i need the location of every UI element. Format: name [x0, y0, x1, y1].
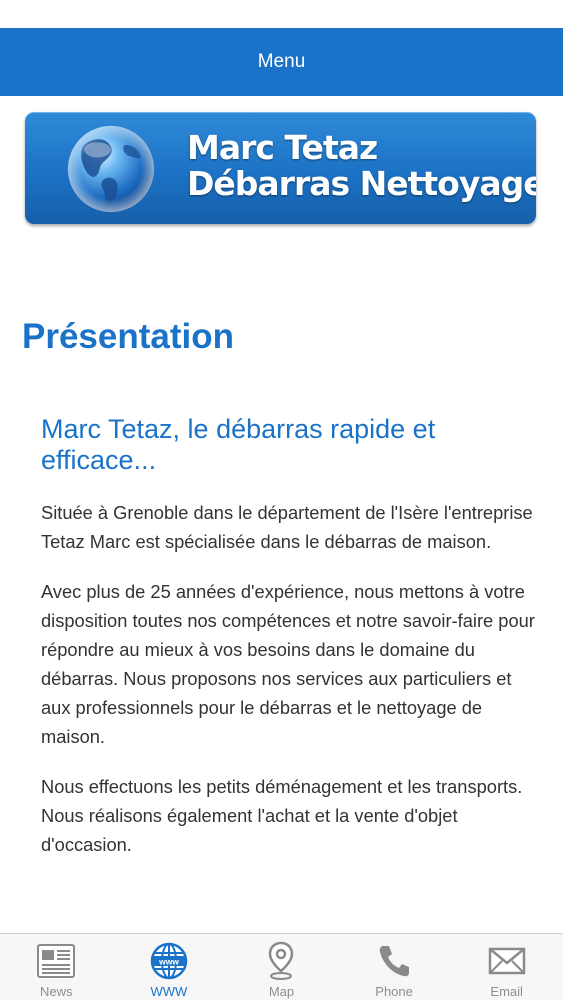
brand-line-2: Débarras Nettoyage — [187, 164, 536, 203]
tab-news-label: News — [40, 984, 73, 999]
tab-phone[interactable]: Phone — [338, 934, 451, 1000]
paragraph-services: Nous effectuons les petits déménagement … — [41, 776, 523, 855]
web-globe-icon: www — [149, 941, 189, 981]
tab-www-label: WWW — [150, 984, 188, 999]
brand-line-1: Marc Tetaz — [187, 128, 378, 167]
tab-map[interactable]: Map — [225, 934, 338, 1000]
page-title: Présentation — [22, 317, 234, 356]
globe-icon — [67, 125, 155, 213]
brand-name: Marc Tetaz Débarras Nettoyage — [187, 130, 536, 202]
tab-map-label: Map — [268, 984, 295, 999]
newspaper-icon — [36, 941, 76, 981]
paragraph-experience: Avec plus de 25 années d'expérience, nou… — [41, 581, 535, 747]
menu-button[interactable]: Menu — [0, 28, 563, 96]
phone-icon — [374, 941, 414, 981]
presentation-text: Située à Grenoble dans le département de… — [41, 498, 536, 880]
tab-www[interactable]: www WWW — [113, 934, 226, 1000]
svg-text:www: www — [158, 957, 179, 967]
section-subtitle: Marc Tetaz, le débarras rapide et effica… — [41, 414, 436, 475]
menu-label: Menu — [257, 51, 306, 72]
brand-banner: Marc Tetaz Débarras Nettoyage — [25, 112, 536, 224]
tab-email[interactable]: Email — [450, 934, 563, 1000]
tab-email-label: Email — [490, 984, 523, 999]
map-pin-icon — [261, 941, 301, 981]
paragraph-intro: Située à Grenoble dans le département de… — [41, 502, 533, 552]
envelope-icon — [487, 941, 527, 981]
tab-news[interactable]: News — [0, 934, 113, 1000]
status-bar — [0, 0, 563, 28]
tab-phone-label: Phone — [375, 984, 413, 999]
bottom-tab-bar: News www WWW Map Phone Email — [0, 933, 563, 1000]
app-screen: Menu Marc Tetaz Débarras Nettoyage Prése… — [0, 0, 563, 1000]
